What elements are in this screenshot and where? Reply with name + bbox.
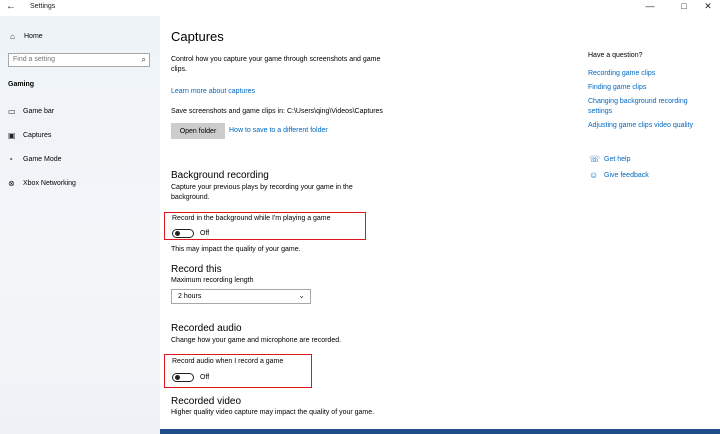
- window-title: Settings: [30, 3, 56, 10]
- sidebar-item-label: Captures: [23, 132, 52, 139]
- record-audio-toggle[interactable]: [172, 373, 194, 382]
- sidebar-home-link[interactable]: Home: [24, 33, 43, 40]
- maximize-icon[interactable]: □: [674, 1, 694, 11]
- recorded-audio-heading: Recorded audio: [171, 323, 242, 334]
- audio-toggle-label: Record audio when I record a game: [172, 358, 284, 365]
- save-path-text: Save screenshots and game clips in: C:\U…: [171, 108, 383, 115]
- background-recording-desc: Capture your previous plays by recording…: [171, 184, 353, 201]
- how-to-save-link[interactable]: How to save to a different folder: [229, 127, 328, 134]
- sidebar-item-label: Xbox Networking: [23, 180, 76, 187]
- game-bar-icon: ▭: [8, 107, 16, 116]
- sidebar-item-label: Game bar: [23, 108, 55, 115]
- audio-toggle-state: Off: [200, 374, 210, 381]
- get-help-icon: ☏: [589, 154, 601, 164]
- sidebar: [0, 16, 160, 434]
- game-mode-icon: ◔: [8, 155, 13, 164]
- captures-icon: ▣: [8, 131, 16, 140]
- feedback-icon: ☺: [589, 170, 599, 180]
- link-adjusting-video-quality[interactable]: Adjusting game clips video quality: [588, 121, 693, 131]
- recorded-video-desc: Higher quality video capture may impact …: [171, 409, 375, 416]
- give-feedback-link[interactable]: Give feedback: [604, 171, 649, 181]
- open-folder-button[interactable]: Open folder: [171, 123, 225, 139]
- background-toggle-state: Off: [200, 230, 210, 237]
- background-recording-heading: Background recording: [171, 170, 269, 181]
- toggle-knob: [175, 231, 180, 237]
- search-placeholder: Find a setting: [13, 56, 56, 63]
- title-bar: ← Settings — □ ✕: [0, 0, 720, 16]
- link-recording-game-clips[interactable]: Recording game clips: [588, 69, 655, 79]
- page-title: Captures: [171, 29, 224, 44]
- back-arrow-icon[interactable]: ←: [6, 1, 16, 12]
- recorded-audio-desc: Change how your game and microphone are …: [171, 337, 342, 344]
- question-heading: Have a question?: [588, 52, 643, 59]
- taskbar-edge: [160, 429, 720, 434]
- home-icon[interactable]: ⌂: [10, 32, 15, 41]
- toggle-knob: [175, 375, 180, 381]
- max-length-label: Maximum recording length: [171, 277, 254, 284]
- chevron-down-icon: ⌄: [298, 291, 305, 300]
- record-this-heading: Record this: [171, 264, 222, 275]
- search-input[interactable]: Find a setting ⌕: [8, 53, 150, 67]
- sidebar-item-label: Game Mode: [23, 156, 62, 163]
- learn-more-link[interactable]: Learn more about captures: [171, 88, 255, 95]
- link-changing-background-recording[interactable]: Changing background recording settings: [588, 97, 708, 117]
- intro-text: Control how you capture your game throug…: [171, 56, 381, 73]
- background-toggle-label: Record in the background while I'm playi…: [172, 215, 331, 222]
- close-icon[interactable]: ✕: [698, 1, 718, 12]
- background-note: This may impact the quality of your game…: [171, 246, 301, 253]
- recorded-video-heading: Recorded video: [171, 396, 242, 407]
- link-finding-game-clips[interactable]: Finding game clips: [588, 83, 646, 93]
- sidebar-section-title: Gaming: [8, 81, 35, 88]
- xbox-icon: ⊗: [8, 179, 15, 188]
- background-recording-toggle[interactable]: [172, 229, 194, 238]
- dropdown-value: 2 hours: [178, 293, 202, 300]
- search-icon[interactable]: ⌕: [142, 55, 146, 65]
- minimize-icon[interactable]: —: [640, 1, 660, 11]
- max-length-dropdown[interactable]: 2 hours ⌄: [171, 289, 311, 304]
- get-help-link[interactable]: Get help: [604, 155, 630, 165]
